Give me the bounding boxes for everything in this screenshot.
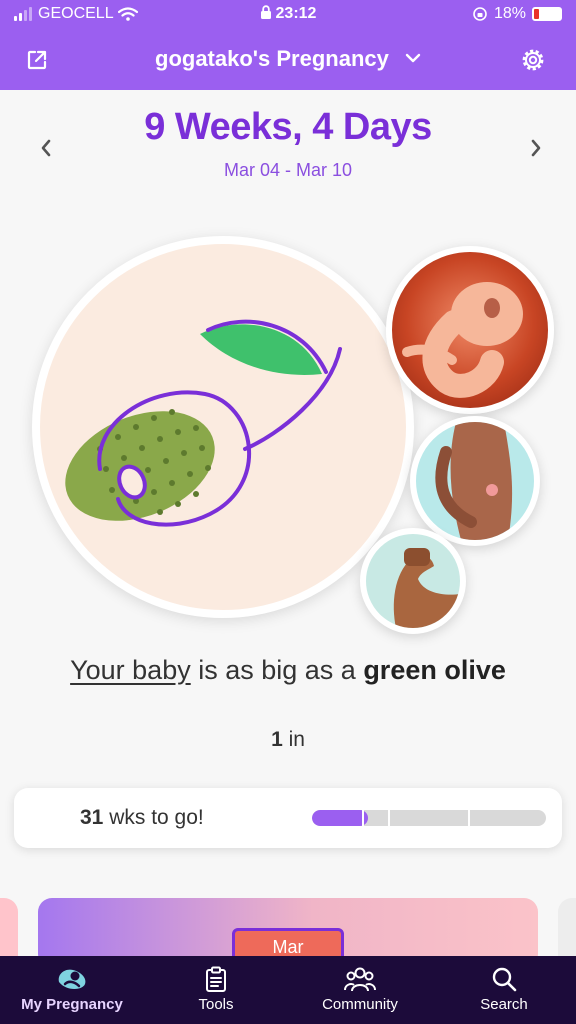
baby-length: 1 in (0, 728, 576, 752)
weeks-to-go-text: 31 wks to go! (80, 806, 204, 830)
weeks-to-go-label: wks to go! (103, 806, 204, 829)
battery-icon (532, 7, 562, 21)
fetus-icon (402, 282, 523, 398)
belly-icon (435, 422, 513, 540)
battery-percent: 18% (493, 5, 526, 22)
gear-icon (522, 49, 544, 71)
trimester-divider (388, 810, 390, 826)
nav-my-pregnancy[interactable]: My Pregnancy (0, 956, 144, 1024)
nav-label: Tools (198, 996, 234, 1013)
people-icon (344, 967, 376, 992)
status-bar: GEOCELL 23:12 18% (0, 0, 576, 30)
bottom-nav: My Pregnancy Tools Community Search (0, 956, 576, 1024)
chevron-down-icon (405, 53, 421, 63)
nav-label: Community (322, 996, 398, 1013)
size-comparison-text: Your baby is as big as a green olive (0, 655, 576, 686)
week-dates: Mar 04 - Mar 10 (223, 160, 353, 180)
week-title: 9 Weeks, 4 Days (144, 106, 432, 148)
chevron-right-icon (531, 139, 541, 157)
header-title: gogatako's Pregnancy (155, 46, 389, 71)
pregnancy-progress-bar (312, 810, 546, 826)
clipboard-icon (206, 966, 226, 992)
length-unit: in (282, 728, 305, 751)
nav-tools[interactable]: Tools (144, 956, 288, 1024)
flexed-arm-icon (393, 548, 460, 628)
pregnancy-selector[interactable]: gogatako's Pregnancy (0, 46, 576, 72)
clock: 23:12 (275, 5, 317, 22)
next-week-button[interactable] (522, 134, 550, 162)
your-baby-link[interactable]: Your baby (70, 655, 191, 685)
orientation-lock-icon (473, 7, 487, 21)
length-value: 1 (271, 728, 283, 751)
mom-body-image[interactable] (410, 416, 540, 546)
nav-community[interactable]: Community (288, 956, 432, 1024)
nav-search[interactable]: Search (432, 956, 576, 1024)
progress-fill (312, 810, 369, 826)
baby-icon (58, 969, 86, 989)
settings-button[interactable] (516, 43, 550, 77)
baby-development-image[interactable] (386, 246, 554, 414)
fruit-name: green olive (363, 655, 506, 685)
search-icon (492, 967, 517, 992)
nav-label: Search (480, 996, 528, 1013)
weeks-remaining: 31 (80, 806, 104, 829)
size-comparison-illustration[interactable] (32, 236, 414, 618)
nav-label: My Pregnancy (21, 996, 123, 1013)
app-header: gogatako's Pregnancy (0, 30, 576, 90)
olive-icon (65, 319, 342, 527)
lock-icon (260, 5, 271, 19)
trimester-divider (362, 810, 364, 826)
size-middle-text: is as big as a (190, 655, 364, 685)
trimester-divider (468, 810, 470, 826)
mom-strength-image[interactable] (360, 528, 466, 634)
weeks-to-go-card[interactable]: 31 wks to go! (14, 788, 562, 848)
